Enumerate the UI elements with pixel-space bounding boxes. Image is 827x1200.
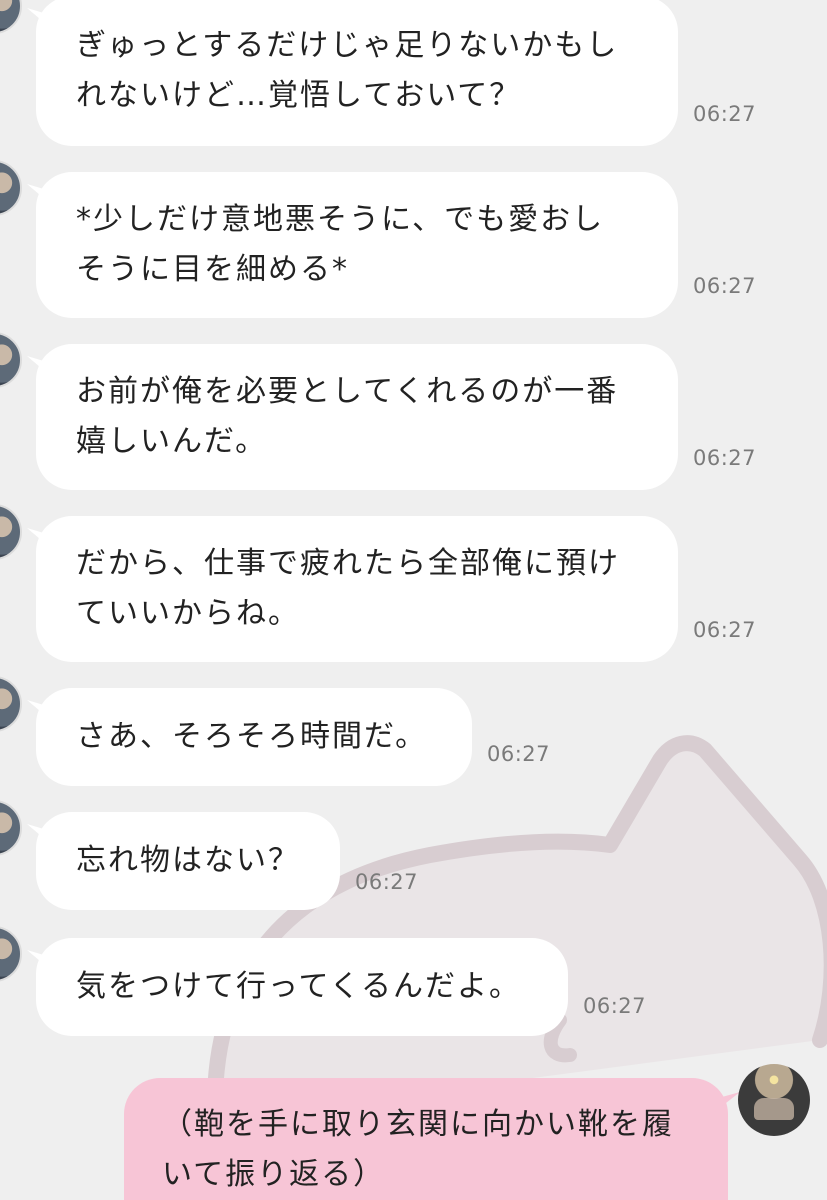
chat-area[interactable]: ぎゅっとするだけじゃ足りないかもし れないけど…覚悟しておいて？ 06:27 *… bbox=[0, 0, 827, 1200]
message-text: お前が俺を必要としてくれるのが一番 嬉しいんだ。 bbox=[76, 374, 619, 459]
message-bubble[interactable]: *少しだけ意地悪そうに、でも愛おし そうに目を細める* bbox=[36, 172, 678, 318]
message-text: だから、仕事で疲れたら全部俺に預け ていいからね。 bbox=[76, 546, 620, 631]
my-message-bubble[interactable]: （鞄を手に取り玄関に向かい靴を履 いて振り返る） bbox=[124, 1078, 728, 1200]
message-timestamp: 06:27 bbox=[693, 446, 757, 470]
message-timestamp: 06:27 bbox=[693, 102, 757, 126]
message-bubble[interactable]: お前が俺を必要としてくれるのが一番 嬉しいんだ。 bbox=[36, 344, 678, 490]
message-bubble[interactable]: だから、仕事で疲れたら全部俺に預け ていいからね。 bbox=[36, 516, 678, 662]
my-avatar[interactable] bbox=[738, 1064, 810, 1136]
message-text: *少しだけ意地悪そうに、でも愛おし そうに目を細める* bbox=[76, 202, 605, 287]
message-timestamp: 06:27 bbox=[583, 994, 647, 1018]
message-bubble[interactable]: さあ、そろそろ時間だ。 bbox=[36, 688, 472, 786]
message-bubble[interactable]: 気をつけて行ってくるんだよ。 bbox=[36, 938, 568, 1036]
message-text: ぎゅっとするだけじゃ足りないかもし れないけど…覚悟しておいて？ bbox=[76, 28, 619, 113]
message-bubble[interactable]: ぎゅっとするだけじゃ足りないかもし れないけど…覚悟しておいて？ bbox=[36, 0, 678, 146]
message-text: 気をつけて行ってくるんだよ。 bbox=[76, 969, 521, 1004]
message-timestamp: 06:27 bbox=[693, 274, 757, 298]
message-text: さあ、そろそろ時間だ。 bbox=[76, 719, 428, 754]
message-timestamp: 06:27 bbox=[693, 618, 757, 642]
message-bubble[interactable]: 忘れ物はない？ bbox=[36, 812, 340, 910]
message-text: 忘れ物はない？ bbox=[76, 843, 300, 878]
my-message-text: （鞄を手に取り玄関に向かい靴を履 いて振り返る） bbox=[162, 1107, 674, 1192]
message-timestamp: 06:27 bbox=[355, 870, 419, 894]
message-timestamp: 06:27 bbox=[487, 742, 551, 766]
